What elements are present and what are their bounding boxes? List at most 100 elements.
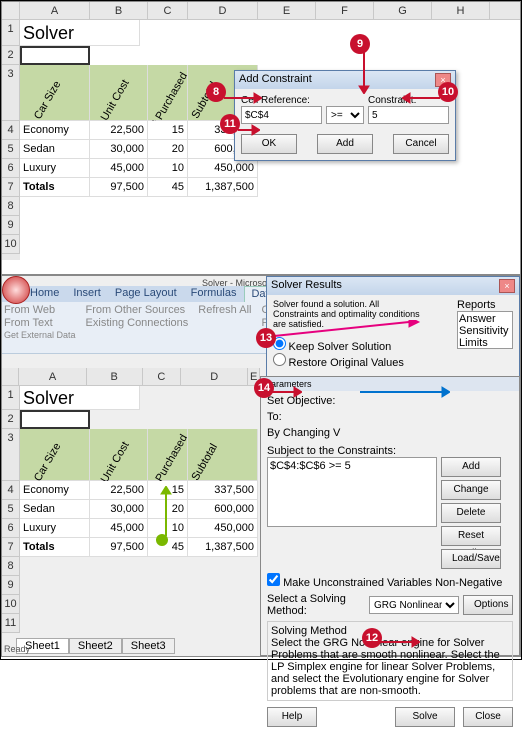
hdr-unit[interactable]: Unit Cost — [90, 65, 148, 121]
sp-options-button[interactable]: Options — [463, 595, 513, 615]
col-F[interactable]: F — [316, 2, 374, 19]
b-row-3[interactable]: 3 — [2, 429, 20, 481]
col-E[interactable]: E — [258, 2, 316, 19]
sheet-tab-3[interactable]: Sheet3 — [122, 638, 175, 654]
row-5[interactable]: 5 — [2, 140, 20, 159]
col-H[interactable]: H — [432, 2, 490, 19]
col-A[interactable]: A — [20, 2, 90, 19]
b-a6[interactable]: Luxury — [20, 519, 90, 538]
dialog-titlebar[interactable]: Add Constraint × — [235, 71, 455, 89]
rb-fromweb[interactable]: From Web — [4, 304, 76, 316]
sr-limits[interactable]: Limits — [459, 337, 511, 349]
cell-b6[interactable]: 45,000 — [90, 159, 148, 178]
cell-a5[interactable]: Sedan — [20, 140, 90, 159]
active-cell[interactable] — [20, 46, 90, 65]
sr-sens[interactable]: Sensitivity — [459, 325, 511, 337]
row-1[interactable]: 1 — [2, 20, 20, 46]
cell-a6[interactable]: Luxury — [20, 159, 90, 178]
hdr-pur[interactable]: # Purchased — [148, 65, 188, 121]
col-C[interactable]: C — [148, 2, 188, 19]
tab-page-layout[interactable]: Page Layout — [109, 286, 183, 302]
b-hdr-unit[interactable]: Unit Cost — [90, 429, 148, 481]
operator-select[interactable]: >= — [326, 106, 364, 124]
sp-delete-button[interactable]: Delete — [441, 503, 501, 523]
sr-keep[interactable]: Keep Solver Solution — [273, 342, 391, 352]
cell-b7[interactable]: 97,500 — [90, 178, 148, 197]
b-row-5[interactable]: 5 — [2, 500, 20, 519]
office-button-icon[interactable] — [2, 276, 30, 304]
cell-c6[interactable]: 10 — [148, 159, 188, 178]
constraint-input[interactable] — [368, 106, 449, 124]
b-row-7[interactable]: 7 — [2, 538, 20, 557]
rb-fromtext[interactable]: From Text — [4, 317, 76, 329]
sp-add-button[interactable]: Add — [441, 457, 501, 477]
b-title[interactable]: Solver — [20, 386, 140, 410]
b-b5[interactable]: 30,000 — [90, 500, 148, 519]
cell-a7[interactable]: Totals — [20, 178, 90, 197]
rb-other[interactable]: From Other Sources — [86, 304, 189, 316]
col-B[interactable]: B — [90, 2, 148, 19]
cell-reference-input[interactable] — [241, 106, 322, 124]
cell-c4[interactable]: 15 — [148, 121, 188, 140]
sp-reset-button[interactable]: Reset All — [441, 526, 501, 546]
cell-d7[interactable]: 1,387,500 — [188, 178, 258, 197]
sp-help-button[interactable]: Help — [267, 707, 317, 727]
b-a4[interactable]: Economy — [20, 481, 90, 500]
b-d5[interactable]: 600,000 — [188, 500, 258, 519]
b-row-2[interactable]: 2 — [2, 410, 20, 429]
tab-insert[interactable]: Insert — [67, 286, 107, 302]
cell-c7[interactable]: 45 — [148, 178, 188, 197]
cell-b4[interactable]: 22,500 — [90, 121, 148, 140]
b-c7[interactable]: 45 — [148, 538, 188, 557]
row-7[interactable]: 7 — [2, 178, 20, 197]
cell-d6[interactable]: 450,000 — [188, 159, 258, 178]
sp-change-button[interactable]: Change — [441, 480, 501, 500]
b-d7[interactable]: 1,387,500 — [188, 538, 258, 557]
cell-c5[interactable]: 20 — [148, 140, 188, 159]
row-10[interactable]: 10 — [2, 235, 20, 254]
sp-close-button[interactable]: Close — [463, 707, 513, 727]
tab-formulas[interactable]: Formulas — [185, 286, 243, 302]
sheet-tab-2[interactable]: Sheet2 — [69, 638, 122, 654]
b-col-C[interactable]: C — [143, 368, 182, 385]
b-row-11[interactable]: 11 — [2, 614, 20, 633]
sp-nonneg-check[interactable] — [267, 573, 280, 586]
row-9[interactable]: 9 — [2, 216, 20, 235]
b-col-A[interactable]: A — [19, 368, 86, 385]
b-hdr-car[interactable]: Car Size — [20, 429, 90, 481]
b-d6[interactable]: 450,000 — [188, 519, 258, 538]
b-row-1[interactable]: 1 — [2, 386, 20, 410]
b-d4[interactable]: 337,500 — [188, 481, 258, 500]
title-cell[interactable]: Solver — [20, 20, 140, 46]
row-3[interactable]: 3 — [2, 65, 20, 121]
b-row-8[interactable]: 8 — [2, 557, 20, 576]
col-G[interactable]: G — [374, 2, 432, 19]
b-row-10[interactable]: 10 — [2, 595, 20, 614]
b-active[interactable] — [20, 410, 90, 429]
b-a5[interactable]: Sedan — [20, 500, 90, 519]
sp-load-button[interactable]: Load/Save — [441, 549, 501, 569]
sr-answer[interactable]: Answer — [459, 313, 511, 325]
col-D[interactable]: D — [188, 2, 258, 19]
rb-refresh[interactable]: Refresh All — [198, 304, 251, 316]
sr-close-icon[interactable]: × — [499, 279, 515, 293]
add-button[interactable]: Add — [317, 134, 373, 154]
rb-exist[interactable]: Existing Connections — [86, 317, 189, 329]
sr-restore[interactable]: Restore Original Values — [273, 358, 404, 368]
b-b4[interactable]: 22,500 — [90, 481, 148, 500]
b-row-6[interactable]: 6 — [2, 519, 20, 538]
tab-home[interactable]: Home — [24, 286, 65, 302]
cell-a4[interactable]: Economy — [20, 121, 90, 140]
b-row-4[interactable]: 4 — [2, 481, 20, 500]
cell-b5[interactable]: 30,000 — [90, 140, 148, 159]
b-b7[interactable]: 97,500 — [90, 538, 148, 557]
cancel-button[interactable]: Cancel — [393, 134, 449, 154]
b-col-B[interactable]: B — [87, 368, 143, 385]
b-hdr-sub[interactable]: Subtotal — [188, 429, 258, 481]
row-2[interactable]: 2 — [2, 46, 20, 65]
row-4[interactable]: 4 — [2, 121, 20, 140]
sr-restore-radio[interactable] — [273, 353, 286, 366]
b-col-D[interactable]: D — [181, 368, 248, 385]
b-b6[interactable]: 45,000 — [90, 519, 148, 538]
sp-nonneg[interactable]: Make Unconstrained Variables Non-Negativ… — [267, 573, 513, 589]
